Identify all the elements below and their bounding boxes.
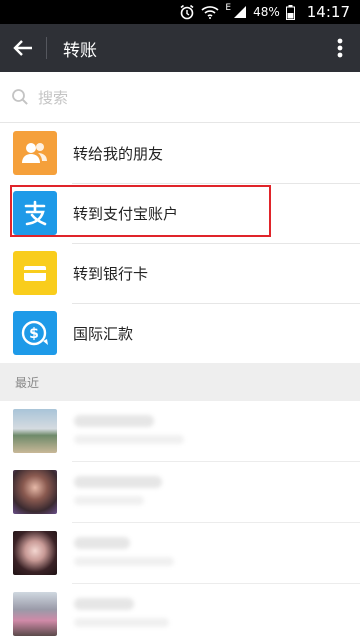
network-type-label: E — [225, 3, 232, 13]
highlight-annotation-box — [10, 185, 271, 237]
option-label: 转到银行卡 — [73, 264, 149, 283]
recent-contact-row[interactable] — [0, 462, 360, 522]
search-bar[interactable]: 搜索 — [0, 72, 360, 123]
friends-icon — [13, 131, 57, 175]
recent-contact-row[interactable] — [0, 401, 360, 461]
option-transfer-to-bank-card[interactable]: 转到银行卡 — [0, 243, 360, 303]
international-remittance-icon: $ — [13, 311, 57, 355]
blurred-contact-name — [74, 598, 134, 610]
search-placeholder: 搜索 — [38, 88, 69, 107]
page-title: 转账 — [63, 40, 97, 61]
alarm-icon — [179, 4, 195, 20]
blurred-contact-name — [74, 537, 130, 549]
battery-icon — [285, 4, 295, 20]
signal-icon — [233, 5, 247, 19]
status-bar: E 48% 14:17 — [0, 0, 360, 24]
avatar — [13, 531, 57, 575]
option-transfer-to-friend[interactable]: 转给我的朋友 — [0, 123, 360, 183]
app-bar: 转账 — [0, 24, 360, 72]
wifi-icon — [201, 5, 219, 19]
blurred-contact-detail — [74, 618, 169, 627]
svg-text:$: $ — [29, 326, 39, 342]
option-label: 国际汇款 — [73, 324, 134, 343]
avatar — [13, 592, 57, 636]
status-time: 14:17 — [306, 3, 350, 21]
more-vertical-icon — [337, 38, 343, 58]
blurred-contact-name — [74, 476, 162, 488]
blurred-contact-detail — [74, 557, 174, 566]
bank-card-icon — [13, 251, 57, 295]
blurred-contact-name — [74, 415, 154, 427]
search-icon — [12, 89, 28, 105]
option-international-remittance[interactable]: $ 国际汇款 — [0, 303, 360, 363]
battery-percent: 48% — [253, 5, 280, 19]
more-menu-button[interactable] — [320, 24, 360, 72]
arrow-left-icon — [13, 40, 32, 56]
avatar — [13, 470, 57, 514]
recent-contact-row[interactable] — [0, 584, 360, 644]
option-label: 转给我的朋友 — [73, 144, 164, 163]
header-divider — [46, 37, 47, 59]
recent-contact-row[interactable] — [0, 523, 360, 583]
avatar — [13, 409, 57, 453]
back-button[interactable] — [0, 24, 46, 72]
blurred-contact-detail — [74, 435, 184, 444]
blurred-contact-detail — [74, 496, 144, 505]
recent-section-header: 最近 — [0, 363, 360, 401]
